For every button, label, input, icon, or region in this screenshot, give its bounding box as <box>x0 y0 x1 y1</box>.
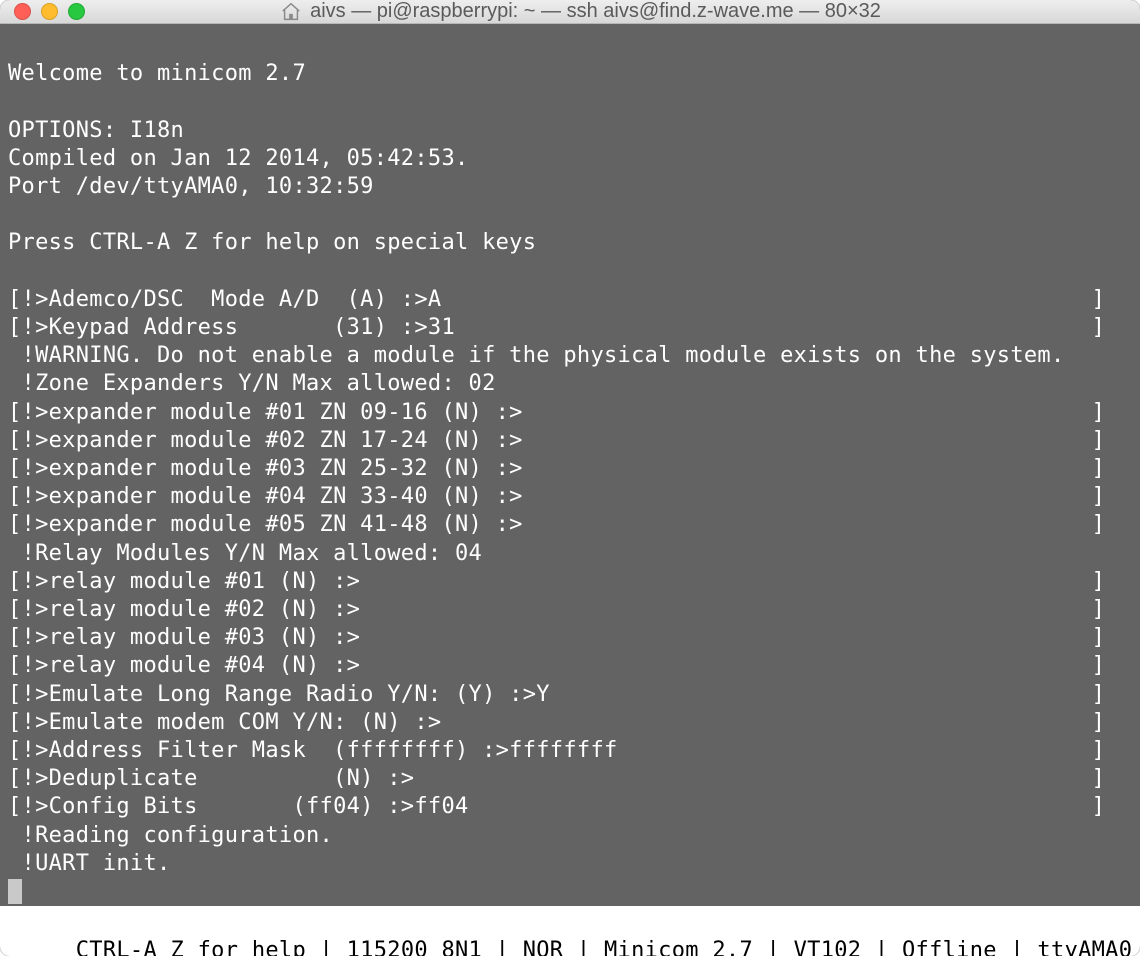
terminal-line: Press CTRL-A Z for help on special keys <box>8 229 1132 257</box>
terminal-line <box>8 258 1132 286</box>
home-icon <box>280 1 302 23</box>
titlebar: aivs — pi@raspberrypi: ~ — ssh aivs@find… <box>0 0 1140 24</box>
terminal-cursor-line <box>8 878 1132 906</box>
terminal-line: !Reading configuration. <box>8 822 1132 850</box>
window-title: aivs — pi@raspberrypi: ~ — ssh aivs@find… <box>310 0 881 23</box>
terminal-line: [!>Emulate modem COM Y/N: (N) :> ] <box>8 709 1132 737</box>
terminal-line: [!>Address Filter Mask (ffffffff) :>ffff… <box>8 737 1132 765</box>
terminal-line: [!>relay module #02 (N) :> ] <box>8 596 1132 624</box>
terminal-line: !Relay Modules Y/N Max allowed: 04 <box>8 540 1132 568</box>
terminal-window: aivs — pi@raspberrypi: ~ — ssh aivs@find… <box>0 0 1140 956</box>
status-bar: CTRL-A Z for help | 115200 8N1 | NOR | M… <box>0 906 1140 956</box>
terminal-line: [!>expander module #05 ZN 41-48 (N) :> ] <box>8 511 1132 539</box>
terminal-line: [!>Keypad Address (31) :>31 ] <box>8 314 1132 342</box>
terminal-line <box>8 88 1132 116</box>
terminal-line: OPTIONS: I18n <box>8 117 1132 145</box>
terminal-line: [!>relay module #04 (N) :> ] <box>8 652 1132 680</box>
terminal-line: [!>Ademco/DSC Mode A/D (A) :>A ] <box>8 286 1132 314</box>
terminal-line: !UART init. <box>8 850 1132 878</box>
cursor <box>8 879 22 904</box>
terminal-line: [!>Config Bits (ff04) :>ff04 ] <box>8 793 1132 821</box>
window-title-wrap: aivs — pi@raspberrypi: ~ — ssh aivs@find… <box>35 0 1126 23</box>
terminal-line: !WARNING. Do not enable a module if the … <box>8 342 1132 370</box>
terminal-line: [!>relay module #03 (N) :> ] <box>8 624 1132 652</box>
terminal-line: [!>Emulate Long Range Radio Y/N: (Y) :>Y… <box>8 681 1132 709</box>
terminal-line: !Zone Expanders Y/N Max allowed: 02 <box>8 370 1132 398</box>
terminal-line: [!>expander module #03 ZN 25-32 (N) :> ] <box>8 455 1132 483</box>
terminal-line: [!>expander module #04 ZN 33-40 (N) :> ] <box>8 483 1132 511</box>
terminal-line: Port /dev/ttyAMA0, 10:32:59 <box>8 173 1132 201</box>
terminal-line <box>8 201 1132 229</box>
terminal-line: [!>Deduplicate (N) :> ] <box>8 765 1132 793</box>
terminal-output[interactable]: Welcome to minicom 2.7 OPTIONS: I18nComp… <box>0 24 1140 906</box>
terminal-line: [!>relay module #01 (N) :> ] <box>8 568 1132 596</box>
terminal-line: [!>expander module #01 ZN 09-16 (N) :> ] <box>8 399 1132 427</box>
terminal-line: [!>expander module #02 ZN 17-24 (N) :> ] <box>8 427 1132 455</box>
terminal-line <box>8 32 1132 60</box>
status-bar-text: CTRL-A Z for help | 115200 8N1 | NOR | M… <box>62 938 1140 956</box>
terminal-line: Compiled on Jan 12 2014, 05:42:53. <box>8 145 1132 173</box>
close-button[interactable] <box>14 3 31 20</box>
terminal-line: Welcome to minicom 2.7 <box>8 60 1132 88</box>
